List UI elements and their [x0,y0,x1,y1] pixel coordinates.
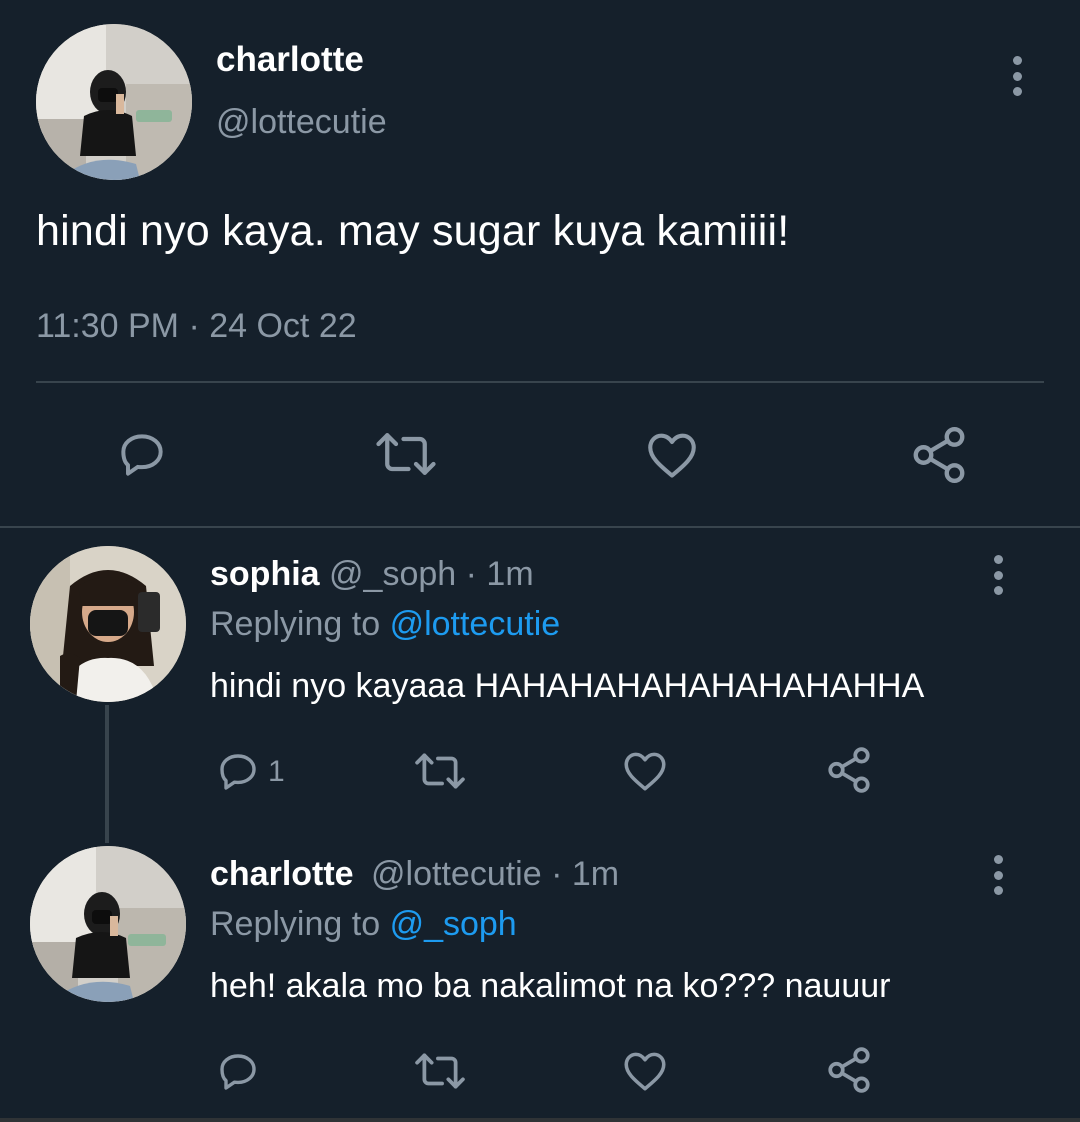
author-handle[interactable]: @lottecutie [216,103,387,142]
avatar[interactable] [30,546,186,702]
share-button[interactable] [824,745,874,795]
replying-to: Replying to @lottecutie [210,605,560,644]
retweet-icon [415,753,465,789]
more-icon[interactable] [988,553,1008,597]
thread-connector [105,705,109,843]
tweet-text: hindi nyo kaya. may sugar kuya kamiiii! [36,207,790,255]
like-icon [624,1052,666,1091]
author-handle[interactable]: @lottecutie [371,855,542,893]
reply-header: charlotte @lottecutie · 1m [210,855,619,894]
reply-time: · 1m [551,855,620,893]
retweet-icon [415,1053,465,1089]
retweet-button[interactable] [410,1046,470,1096]
mention-link[interactable]: @lottecutie [390,605,561,643]
comment-icon [220,1054,256,1090]
retweet-button[interactable] [410,746,470,796]
author-name[interactable]: charlotte [210,855,354,893]
author-name[interactable]: sophia [210,555,320,593]
avatar[interactable] [30,846,186,1002]
comment-button[interactable] [114,427,170,483]
reply-count: 1 [268,755,285,788]
like-button[interactable] [642,426,702,484]
like-button[interactable] [620,1046,670,1096]
like-button[interactable] [620,746,670,796]
author-name[interactable]: charlotte [216,40,364,80]
author-handle[interactable]: @_soph [329,555,456,593]
share-icon [913,426,965,484]
avatar[interactable] [36,24,192,180]
reply-header: sophia @_soph · 1m [210,555,534,594]
comment-button[interactable]: 1 [214,748,285,796]
replying-prefix: Replying to [210,605,381,643]
reply-time: · 1m [465,555,534,593]
like-icon [624,752,666,791]
share-button[interactable] [908,424,970,486]
more-icon[interactable] [1007,54,1027,98]
divider [36,381,1044,383]
retweet-button[interactable] [370,424,442,484]
more-icon[interactable] [988,853,1008,897]
divider [0,526,1080,528]
comment-button[interactable] [214,1048,262,1096]
reply-text: heh! akala mo ba nakalimot na ko??? nauu… [210,967,891,1005]
comment-icon [220,754,256,790]
mention-link[interactable]: @_soph [390,905,517,943]
divider [0,1118,1080,1122]
retweet-icon [376,433,436,475]
replying-prefix: Replying to [210,905,381,943]
tweet-timestamp[interactable]: 11:30 PM · 24 Oct 22 [36,307,357,346]
tweet-thread-screen: charlotte @lottecutie hindi nyo kaya. ma… [0,0,1080,1122]
like-icon [648,433,696,478]
reply-text: hindi nyo kayaaa HAHAHAHAHAHAHAHAHHA [210,667,925,705]
replying-to: Replying to @_soph [210,905,517,944]
share-icon [828,1047,870,1093]
share-icon [828,747,870,793]
comment-icon [121,434,163,476]
share-button[interactable] [824,1045,874,1095]
